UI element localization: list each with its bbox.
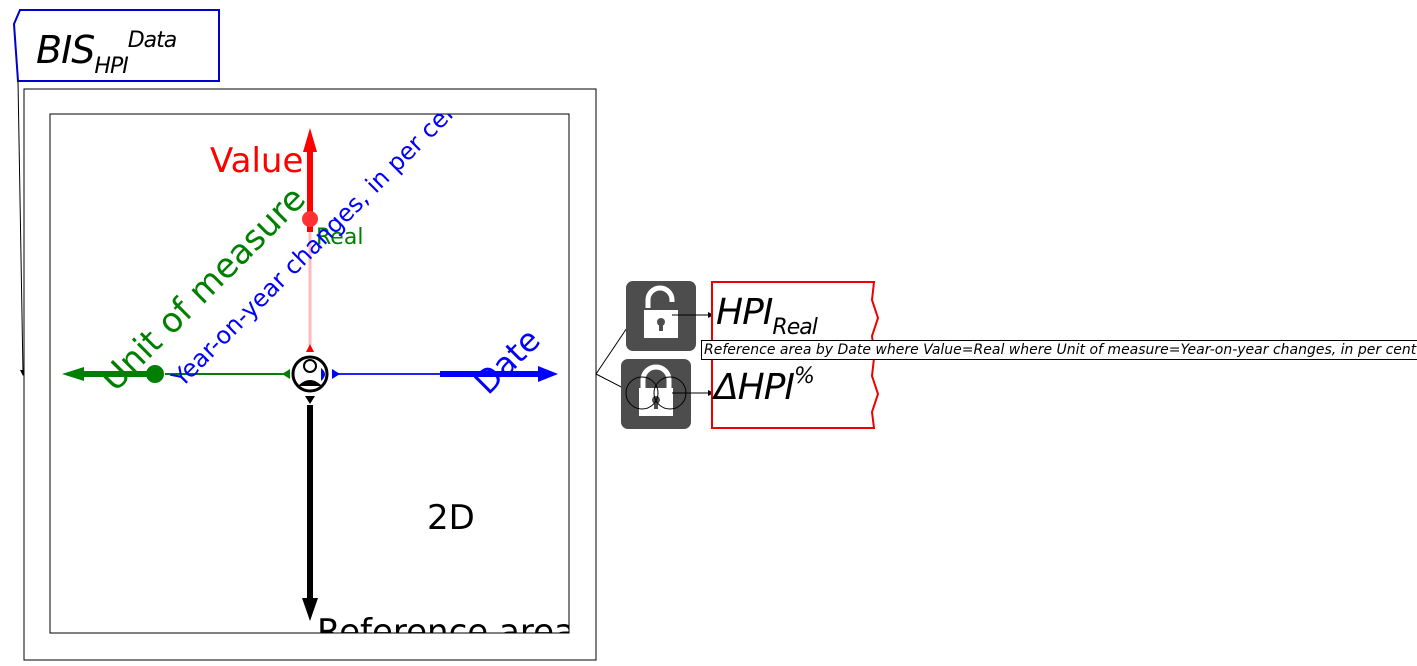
delta-hpi-node[interactable]: ΔHPI% (714, 364, 815, 408)
diagram-canvas: Value Real Unit of measure Year-on-year … (0, 0, 1417, 666)
dataset-superscript: Data (127, 28, 178, 53)
hpi-real-node[interactable]: HPIReal (716, 292, 818, 340)
tooltip: Reference area by Date where Value=Real … (701, 340, 1417, 360)
diagram-svg: Value Real Unit of measure Year-on-year … (12, 9, 880, 661)
dataset-subscript: HPI (94, 54, 128, 79)
delta-hpi-base: ΔHPI (714, 367, 795, 408)
hpi-real-base: HPI (716, 292, 773, 333)
dataset-title: BISHPIData (36, 28, 178, 79)
dataset-base: BIS (36, 28, 95, 72)
unlocked-keyhole-slot (659, 322, 663, 331)
value-axis-label: Value (210, 141, 303, 181)
dimension-label: 2D (427, 498, 475, 538)
delta-hpi-superscript: % (794, 364, 815, 389)
dataset-label[interactable]: BISHPIData (14, 10, 219, 81)
dataset-connector (17, 80, 24, 375)
hpi-real-subscript: Real (772, 315, 817, 340)
hub-inner-ring (303, 359, 317, 373)
